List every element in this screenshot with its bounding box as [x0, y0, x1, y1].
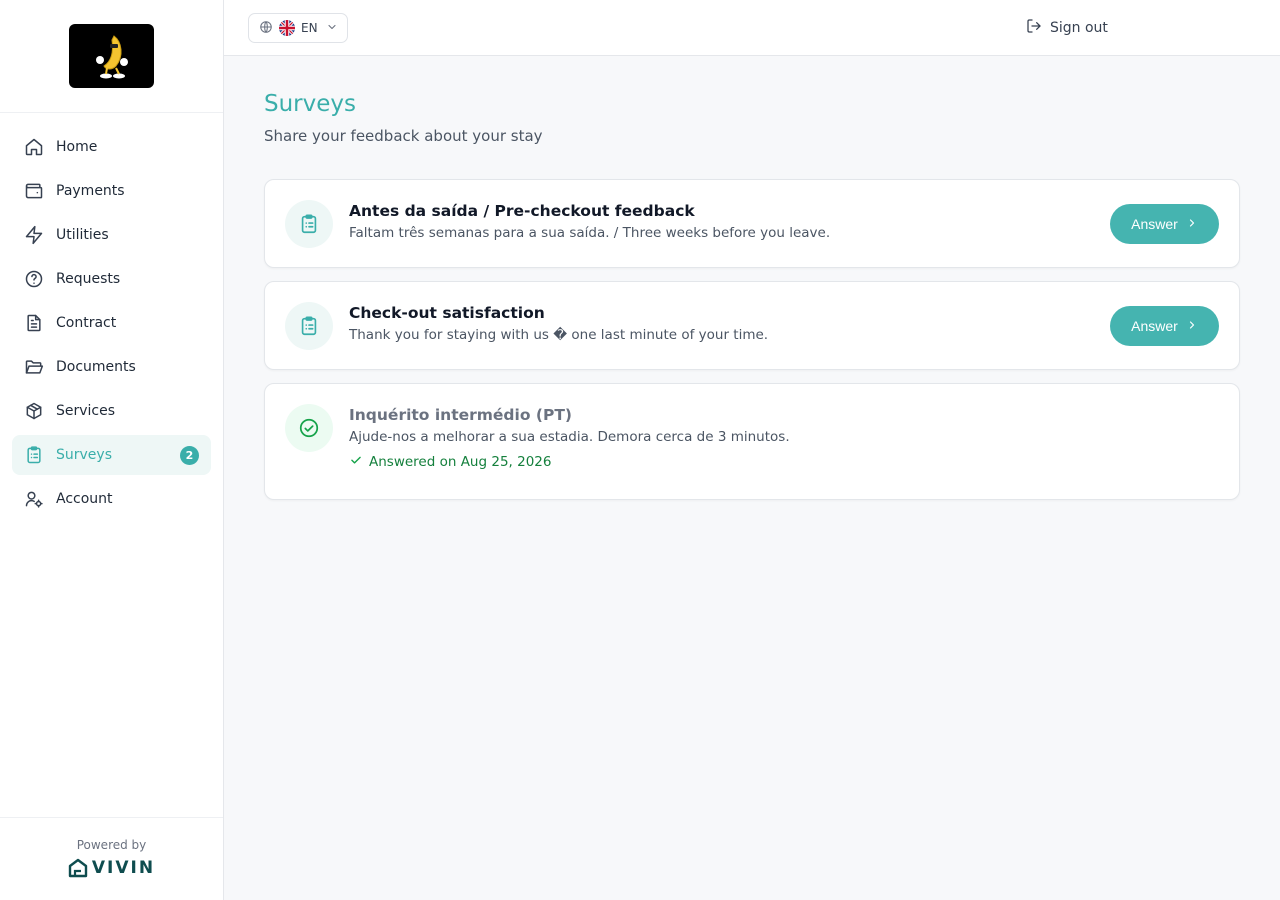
survey-card: Antes da saída / Pre-checkout feedback F…	[264, 179, 1240, 268]
clipboard-icon	[285, 200, 333, 248]
clipboard-icon	[285, 302, 333, 350]
sidebar-item-services[interactable]: Services	[12, 391, 211, 431]
sidebar-item-label: Documents	[56, 359, 136, 375]
home-icon	[24, 137, 44, 157]
page-title: Surveys	[264, 91, 356, 117]
answer-button-label: Answer	[1131, 216, 1178, 232]
sidebar-item-utilities[interactable]: Utilities	[12, 215, 211, 255]
language-selector[interactable]: EN	[248, 13, 348, 43]
top-bar: EN Sign out	[224, 0, 1280, 56]
sidebar-item-documents[interactable]: Documents	[12, 347, 211, 387]
answered-date: Answered on Aug 25, 2026	[369, 454, 552, 470]
sidebar-item-label: Account	[56, 491, 113, 507]
bolt-icon	[24, 225, 44, 245]
globe-icon	[259, 20, 273, 37]
vivin-logo[interactable]: VIVIN	[68, 858, 155, 878]
sidebar-item-label: Requests	[56, 271, 121, 287]
survey-title: Inquérito intermédio (PT)	[349, 406, 572, 424]
main-content: Surveys Share your feedback about your s…	[264, 56, 1240, 500]
user-gear-icon	[24, 489, 44, 509]
help-circle-icon	[24, 269, 44, 289]
logo[interactable]	[69, 24, 154, 88]
survey-description: Thank you for staying with us � one last…	[349, 327, 769, 343]
package-icon	[24, 401, 44, 421]
folder-icon	[24, 357, 44, 377]
language-code: EN	[301, 21, 318, 35]
surveys-count-badge: 2	[180, 446, 199, 465]
sign-out-button[interactable]: Sign out	[1026, 18, 1108, 38]
chevron-right-icon	[1186, 216, 1198, 232]
uk-flag-icon	[279, 20, 295, 36]
sidebar-nav: Home Payments Utilities Requests Contrac…	[0, 113, 223, 519]
sidebar-item-label: Utilities	[56, 227, 109, 243]
chevron-down-icon	[326, 21, 338, 36]
sidebar-footer: Powered by VIVIN	[0, 817, 223, 900]
answer-button[interactable]: Answer	[1110, 306, 1219, 346]
sign-out-label: Sign out	[1050, 20, 1108, 36]
sign-out-icon	[1026, 18, 1042, 38]
survey-title: Check-out satisfaction	[349, 304, 545, 322]
answered-status: Answered on Aug 25, 2026	[349, 453, 1089, 471]
survey-description: Ajude-nos a melhorar a sua estadia. Demo…	[349, 429, 790, 445]
survey-title: Antes da saída / Pre-checkout feedback	[349, 202, 695, 220]
logo-area	[0, 0, 223, 113]
powered-by-label: Powered by	[76, 838, 147, 852]
chevron-right-icon	[1186, 318, 1198, 334]
wallet-icon	[24, 181, 44, 201]
check-icon	[349, 453, 363, 471]
sidebar-item-account[interactable]: Account	[12, 479, 211, 519]
check-circle-icon	[285, 404, 333, 452]
sidebar-item-contract[interactable]: Contract	[12, 303, 211, 343]
sidebar-item-label: Payments	[56, 183, 125, 199]
sidebar-item-label: Home	[56, 139, 98, 155]
survey-description: Faltam três semanas para a sua saída. / …	[349, 225, 831, 241]
banana-mascot-icon	[95, 35, 128, 79]
sidebar-item-home[interactable]: Home	[12, 127, 211, 167]
sidebar-item-label: Contract	[56, 315, 117, 331]
brand-name: VIVIN	[91, 858, 156, 878]
survey-card-answered: Inquérito intermédio (PT) Ajude-nos a me…	[264, 383, 1240, 500]
vivin-house-icon	[68, 858, 88, 878]
sidebar-item-label: Services	[56, 403, 116, 419]
answer-button-label: Answer	[1131, 318, 1178, 334]
page-subtitle: Share your feedback about your stay	[264, 127, 543, 145]
sidebar: Home Payments Utilities Requests Contrac…	[0, 0, 224, 900]
survey-card: Check-out satisfaction Thank you for sta…	[264, 281, 1240, 370]
sidebar-item-payments[interactable]: Payments	[12, 171, 211, 211]
answer-button[interactable]: Answer	[1110, 204, 1219, 244]
clipboard-icon	[24, 445, 44, 465]
sidebar-item-surveys[interactable]: Surveys 2	[12, 435, 211, 475]
sidebar-item-requests[interactable]: Requests	[12, 259, 211, 299]
document-icon	[24, 313, 44, 333]
sidebar-item-label: Surveys	[56, 447, 112, 463]
